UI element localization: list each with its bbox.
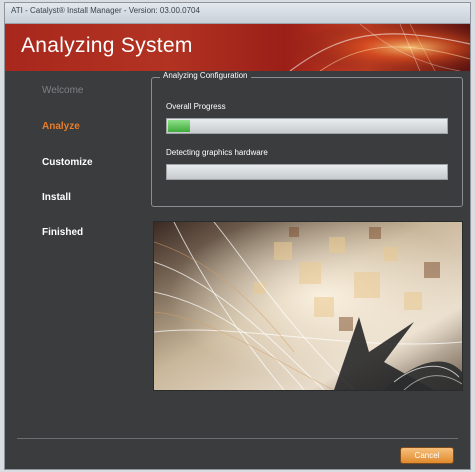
detect-progress-bar [166, 164, 448, 180]
overall-progress-label: Overall Progress [166, 102, 226, 111]
step-analyze: Analyze [42, 121, 80, 132]
installer-window: ATI - Catalyst® Install Manager - Versio… [4, 2, 471, 470]
step-install: Install [42, 192, 71, 203]
window-title: ATI - Catalyst® Install Manager - Versio… [11, 6, 200, 15]
step-welcome: Welcome [42, 85, 84, 96]
header-banner: Analyzing System [5, 24, 470, 71]
title-bar[interactable]: ATI - Catalyst® Install Manager - Versio… [5, 3, 470, 24]
wizard-steps: Welcome Analyze Customize Install Finish… [5, 71, 145, 431]
analyzing-configuration-group: Analyzing Configuration Overall Progress… [151, 71, 463, 207]
group-title: Analyzing Configuration [160, 71, 251, 80]
overall-progress-bar [166, 118, 448, 134]
abstract-art-image [154, 222, 462, 390]
cancel-button[interactable]: Cancel [400, 447, 454, 464]
overall-progress-fill [168, 120, 190, 132]
footer-divider [17, 438, 458, 439]
step-customize: Customize [42, 157, 93, 168]
detect-status-label: Detecting graphics hardware [166, 148, 268, 157]
promo-artwork [153, 221, 463, 391]
banner-swirl-graphic [270, 24, 470, 71]
page-title: Analyzing System [21, 34, 193, 57]
step-finished: Finished [42, 227, 84, 238]
